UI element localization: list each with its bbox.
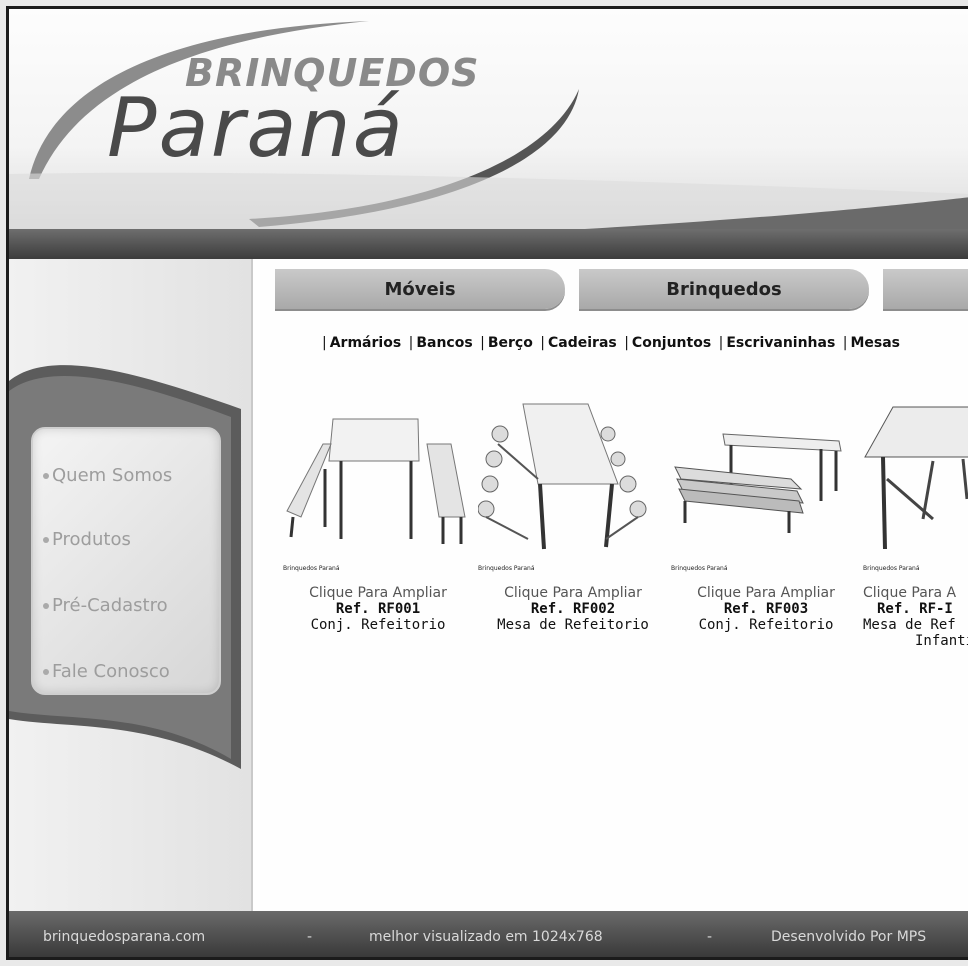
bullet-icon: [43, 668, 49, 675]
category-nav: | Armários | Bancos | Berço | Cadeiras | Conj…: [322, 335, 901, 351]
menu-item-quem-somos[interactable]: Quem Somos: [43, 465, 172, 486]
category-bancos[interactable]: Bancos: [416, 335, 472, 351]
footer-separator: -: [707, 929, 713, 945]
menu-item-label: Pré-Cadastro: [52, 595, 168, 616]
footer-separator: -: [307, 929, 313, 945]
product-image-childrens-table[interactable]: [863, 399, 968, 559]
product-enlarge-link[interactable]: Clique Para Ampliar: [671, 585, 861, 601]
menu-item-label: Fale Conosco: [52, 661, 170, 682]
product-name-line2: Infanti: [915, 633, 968, 649]
product-card[interactable]: Brinquedos Paraná Clique Para Ampliar Re…: [283, 399, 473, 633]
product-name: Conj. Refeitorio: [698, 617, 834, 633]
tab-moveis[interactable]: Móveis: [275, 269, 565, 309]
product-enlarge-link[interactable]: Clique Para Ampliar: [283, 585, 473, 601]
bullet-icon: [43, 536, 49, 543]
footer-developer-credit[interactable]: Desenvolvido Por MPS: [771, 929, 926, 945]
menu-item-label: Produtos: [52, 529, 131, 550]
product-brand: Brinquedos Paraná: [863, 565, 920, 572]
header-bar: [9, 229, 968, 259]
site-footer: brinquedosparana.com - melhor visualizad…: [9, 911, 968, 957]
menu-item-produtos[interactable]: Produtos: [43, 529, 131, 550]
product-name: Mesa de Refeitorio: [497, 617, 649, 633]
left-sidebar: Quem Somos Produtos Pré-Cadastro Fale Co…: [9, 259, 253, 911]
tab-third[interactable]: [883, 269, 968, 309]
product-brand: Brinquedos Paraná: [283, 565, 340, 572]
menu-item-fale-conosco[interactable]: Fale Conosco: [43, 661, 170, 682]
category-armarios[interactable]: Armários: [330, 335, 401, 351]
sidebar-menu: Quem Somos Produtos Pré-Cadastro Fale Co…: [31, 427, 221, 695]
product-ref: Ref. RF001: [335, 601, 421, 617]
category-berco[interactable]: Berço: [488, 335, 533, 351]
site-header: BRINQUEDOS Paraná: [9, 9, 968, 259]
page-frame: BRINQUEDOS Paraná Quem Somos Produtos Pr…: [6, 6, 968, 960]
menu-item-pre-cadastro[interactable]: Pré-Cadastro: [43, 595, 168, 616]
product-brand: Brinquedos Paraná: [671, 565, 728, 572]
bullet-icon: [43, 472, 49, 479]
category-cadeiras[interactable]: Cadeiras: [548, 335, 617, 351]
product-name: Conj. Refeitorio: [310, 617, 446, 633]
product-image-table-benches[interactable]: [671, 399, 861, 559]
product-name: Mesa de Ref: [863, 617, 956, 633]
product-enlarge-link[interactable]: Clique Para Ampliar: [478, 585, 668, 601]
tab-brinquedos[interactable]: Brinquedos: [579, 269, 869, 309]
product-ref: Ref. RF-I: [877, 601, 953, 617]
product-image-bench-table[interactable]: [283, 399, 473, 559]
footer-site-link[interactable]: brinquedosparana.com: [43, 929, 205, 945]
category-escrivaninhas[interactable]: Escrivaninhas: [726, 335, 835, 351]
product-ref: Ref. RF003: [723, 601, 809, 617]
product-card[interactable]: Brinquedos Paraná Clique Para A Ref. RF-…: [863, 399, 968, 649]
product-image-refectory-table[interactable]: [478, 399, 668, 559]
category-conjuntos[interactable]: Conjuntos: [632, 335, 711, 351]
product-card[interactable]: Brinquedos Paraná Clique Para Ampliar Re…: [671, 399, 861, 633]
category-mesas[interactable]: Mesas: [850, 335, 900, 351]
product-ref: Ref. RF002: [530, 601, 616, 617]
product-card[interactable]: Brinquedos Paraná Clique Para Ampliar Re…: [478, 399, 668, 633]
product-enlarge-link[interactable]: Clique Para A: [863, 585, 968, 601]
product-brand: Brinquedos Paraná: [478, 565, 535, 572]
logo-parana-text: Paraná: [107, 81, 405, 176]
bullet-icon: [43, 602, 49, 609]
menu-item-label: Quem Somos: [52, 465, 173, 486]
footer-resolution-note: melhor visualizado em 1024x768: [369, 929, 603, 945]
main-content: Móveis Brinquedos | Armários | Bancos | Ber…: [253, 259, 968, 911]
